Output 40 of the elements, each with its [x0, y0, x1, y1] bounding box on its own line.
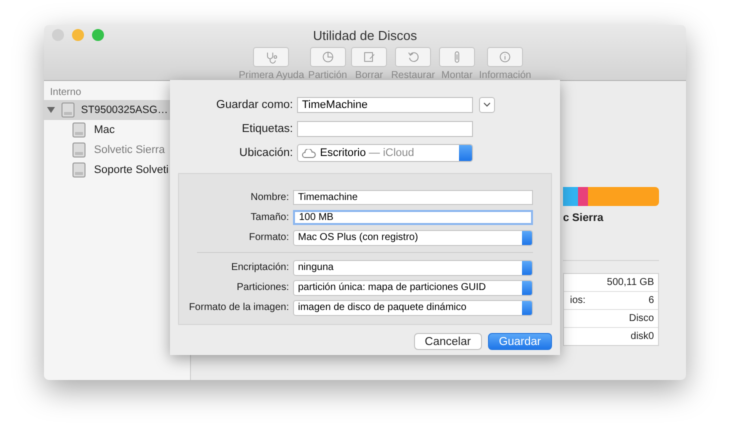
volume-name: c Sierra: [563, 212, 604, 224]
partition-icon: [320, 50, 335, 64]
input-field[interactable]: 100 MB: [293, 210, 533, 225]
close-button[interactable]: [52, 29, 64, 41]
section-header: Interno: [49, 86, 82, 100]
field-label: Guardar como:: [215, 99, 294, 111]
field-label: Tamaño:: [250, 212, 290, 223]
input-field[interactable]: TimeMachine: [297, 97, 473, 113]
dropdown[interactable]: ninguna: [293, 260, 533, 276]
table-cell: 500,11 GB: [606, 277, 654, 288]
sidebar-item[interactable]: Mac: [44, 120, 190, 140]
field-label: Formato de la imagen:: [188, 302, 290, 313]
window-title: Utilidad de Discos: [312, 27, 418, 43]
minimize-button[interactable]: [72, 29, 84, 41]
table-cell: 6: [648, 295, 654, 306]
sidebar-item[interactable]: Soporte Solveti: [44, 160, 190, 180]
field-label: Nombre:: [250, 192, 290, 203]
disclosure-icon[interactable]: [47, 106, 55, 114]
field-label: Particiones:: [236, 282, 290, 293]
location-dropdown[interactable]: Escritorio — iCloud: [297, 144, 473, 162]
info-icon: [498, 50, 512, 64]
dialog-button[interactable]: Cancelar: [414, 333, 482, 350]
input-field[interactable]: Timemachine: [293, 190, 533, 205]
expand-button[interactable]: [479, 97, 495, 113]
dropdown[interactable]: partición única: mapa de particiones GUID: [293, 280, 533, 296]
zoom-button[interactable]: [92, 29, 104, 41]
field-label: Etiquetas:: [240, 123, 294, 135]
input-field[interactable]: [297, 121, 473, 137]
cloud-icon: [302, 148, 316, 158]
table-cell: ios:: [570, 295, 586, 306]
chevron-icon: [483, 102, 491, 108]
field-label: Formato:: [248, 232, 290, 243]
field-label: Ubicación:: [238, 147, 294, 159]
field-label: Encriptación:: [230, 262, 290, 273]
sidebar-item[interactable]: Solvetic Sierra: [44, 140, 190, 160]
dropdown[interactable]: imagen de disco de paquete dinámico: [293, 300, 533, 316]
restore-icon: [406, 50, 420, 64]
table-cell: Disco: [628, 313, 654, 324]
table-cell: disk0: [630, 331, 654, 342]
dropdown[interactable]: Mac OS Plus (con registro): [293, 230, 533, 246]
